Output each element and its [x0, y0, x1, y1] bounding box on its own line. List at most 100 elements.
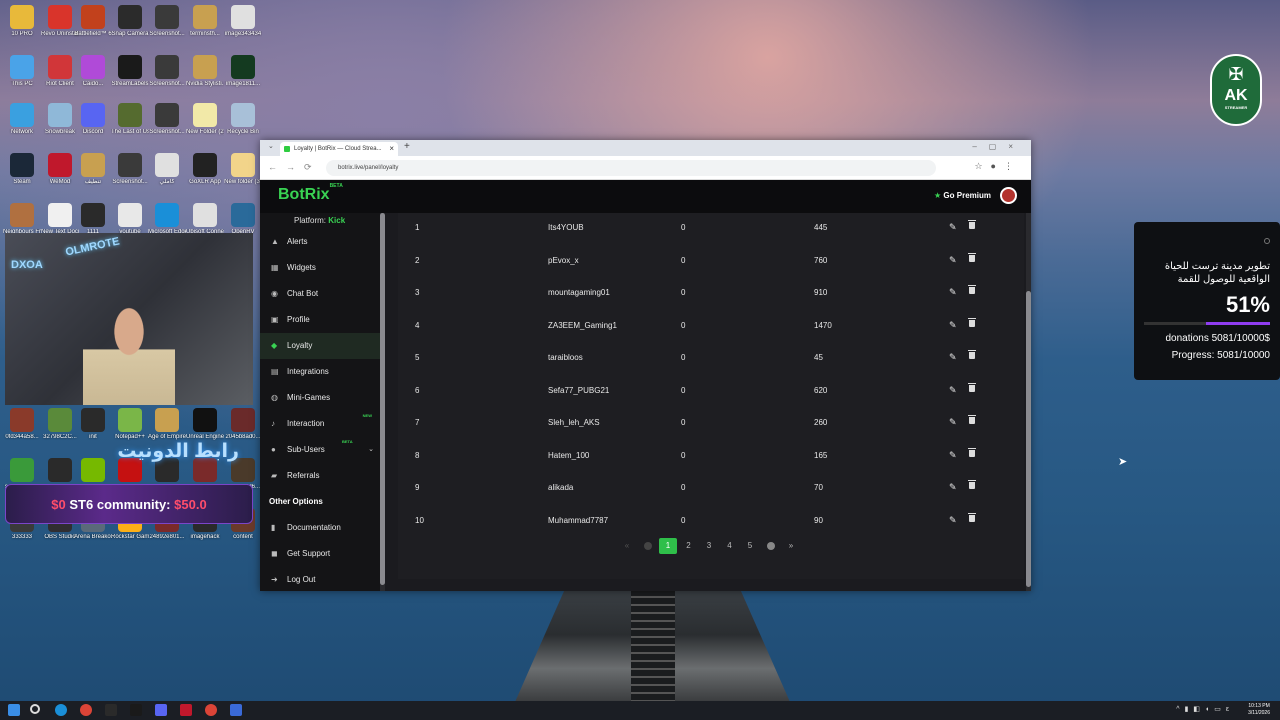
desktop-icon[interactable]: Unreal Engine	[186, 408, 224, 441]
system-tray[interactable]: ^▮◧◖▭ε	[1176, 705, 1234, 713]
sidebar-item-profile[interactable]: ▣ Profile	[260, 307, 380, 333]
desktop-icon[interactable]: Network	[3, 103, 41, 136]
window-controls[interactable]: –▢×	[972, 142, 1025, 151]
clock[interactable]: 10:13 PM 3/11/2026	[1248, 703, 1270, 717]
delete-icon[interactable]	[968, 382, 976, 392]
start-icon[interactable]	[8, 704, 20, 716]
main-scrollbar[interactable]	[1026, 213, 1031, 591]
tab-search-icon[interactable]: ⌄	[268, 142, 274, 150]
desktop-icon[interactable]: GoXLR App	[186, 153, 224, 186]
delete-icon[interactable]	[968, 447, 976, 457]
desktop-icon[interactable]: New folder (3)	[224, 153, 262, 186]
desktop-icon[interactable]: 0fd344a58...	[3, 408, 41, 441]
page-3-button[interactable]: 3	[700, 538, 718, 554]
desktop-icon[interactable]: Snap Camera	[111, 5, 149, 38]
delete-icon[interactable]	[968, 220, 976, 229]
new-tab-icon[interactable]: +	[404, 141, 410, 152]
edge-icon[interactable]	[55, 704, 67, 716]
desktop-icon[interactable]: Battlefield™ 6	[74, 5, 112, 38]
edit-icon[interactable]: ✎	[949, 352, 957, 363]
nav-buttons[interactable]: ←→⟳	[268, 162, 321, 173]
desktop-icon[interactable]: terminsth...	[186, 5, 224, 38]
desktop-icon[interactable]: youtube	[111, 203, 149, 236]
edit-icon[interactable]: ✎	[949, 515, 957, 526]
first-page-button[interactable]: «	[618, 538, 636, 554]
tab-loyalty[interactable]: Loyalty | BotRix — Cloud Strea... ×	[280, 142, 398, 156]
desktop-icon[interactable]: OpenRV	[224, 203, 262, 236]
desktop-icon[interactable]: image1811...	[224, 55, 262, 88]
sidebar-item-widgets[interactable]: ▦ Widgets	[260, 255, 380, 281]
app2-taskbar-icon[interactable]	[230, 704, 242, 716]
chevron-down-icon[interactable]: ⌄	[368, 437, 374, 463]
edit-icon[interactable]: ✎	[949, 482, 957, 493]
desktop-icon[interactable]: Caido...	[74, 55, 112, 88]
desktop-icon[interactable]: init	[74, 408, 112, 441]
desktop-icon[interactable]: Steam	[3, 153, 41, 186]
url-field[interactable]: botrix.live/panel/loyalty	[326, 160, 936, 176]
edit-icon[interactable]: ✎	[949, 450, 957, 461]
delete-icon[interactable]	[968, 350, 976, 359]
delete-icon[interactable]	[968, 285, 976, 294]
edit-icon[interactable]: ✎	[949, 385, 957, 396]
sidebar-item-get-support[interactable]: ◼ Get Support	[260, 541, 380, 567]
delete-icon[interactable]	[968, 480, 976, 489]
chrome-active-icon[interactable]	[205, 704, 217, 716]
delete-icon[interactable]	[968, 252, 976, 262]
desktop-icon[interactable]: 10 PRO	[3, 5, 41, 38]
page-2-button[interactable]: 2	[680, 538, 698, 554]
sidebar-item-alerts[interactable]: ▲ Alerts	[260, 229, 380, 255]
brand-logo[interactable]: BotRixBETA	[278, 183, 343, 204]
desktop-icon[interactable]: Screenshot...	[148, 55, 186, 88]
desktop-icon[interactable]: StreamLabels	[111, 55, 149, 88]
sidebar-item-integrations[interactable]: ▤ Integrations	[260, 359, 380, 385]
close-tab-icon[interactable]: ×	[389, 142, 394, 156]
prev-page-button[interactable]	[639, 538, 657, 554]
desktop-icon[interactable]: Recycle Bin	[224, 103, 262, 136]
desktop-icon[interactable]: Notepad++	[111, 408, 149, 441]
chrome-icon[interactable]	[80, 704, 92, 716]
sidebar-item-documentation[interactable]: ▮ Documentation	[260, 515, 380, 541]
desktop-icon[interactable]: Discord	[74, 103, 112, 136]
app-icon[interactable]	[105, 704, 117, 716]
sidebar-item-loyalty[interactable]: ◆ Loyalty	[260, 333, 380, 359]
sidebar-scrollbar[interactable]	[380, 213, 385, 591]
sidebar-item-interaction[interactable]: ♪ Interaction NEW	[260, 411, 380, 437]
go-premium-button[interactable]: ★ Go Premium	[934, 191, 991, 200]
desktop-icon[interactable]: Nvidia Stylisti...	[186, 55, 224, 88]
desktop-icon[interactable]: New Folder (2)	[186, 103, 224, 136]
desktop-icon[interactable]: تنظيف	[74, 153, 112, 186]
sidebar-item-chat-bot[interactable]: ◉ Chat Bot	[260, 281, 380, 307]
delete-icon[interactable]	[968, 317, 976, 327]
desktop-icon[interactable]: 1111	[74, 203, 112, 236]
desktop-icon[interactable]: Screenshot...	[148, 5, 186, 38]
page-5-button[interactable]: 5	[741, 538, 759, 554]
avatar[interactable]	[1000, 187, 1017, 204]
desktop-icon[interactable]: Screenshot...	[148, 103, 186, 136]
steam-taskbar-icon[interactable]	[130, 704, 142, 716]
desktop-icon[interactable]: Age of Empires...	[148, 408, 186, 441]
main-scrollbar-thumb[interactable]	[1026, 291, 1031, 587]
delete-icon[interactable]	[968, 512, 976, 522]
sidebar-scrollbar-thumb[interactable]	[380, 213, 385, 585]
page-1-button[interactable]: 1	[659, 538, 677, 554]
delete-icon[interactable]	[968, 415, 976, 424]
desktop-icon[interactable]: Ubisoft Connect	[186, 203, 224, 236]
sidebar-item-log-out[interactable]: ➜ Log Out	[260, 567, 380, 591]
wemod-taskbar-icon[interactable]	[180, 704, 192, 716]
edit-icon[interactable]: ✎	[949, 222, 957, 233]
edit-icon[interactable]: ✎	[949, 320, 957, 331]
desktop-icon[interactable]: كاملي	[148, 153, 186, 186]
desktop-icon[interactable]: Screenshot...	[111, 153, 149, 186]
edit-icon[interactable]: ✎	[949, 417, 957, 428]
desktop-icon[interactable]: image343434	[224, 5, 262, 38]
next-page-button[interactable]	[762, 538, 780, 554]
desktop-icon[interactable]: Microsoft Edge	[148, 203, 186, 236]
sidebar-item-referrals[interactable]: ▰ Referrals	[260, 463, 380, 489]
desktop-icon[interactable]: Neighbours From Hell 2	[3, 203, 41, 236]
bookmark-star-icon[interactable]: ☆●⋮	[974, 161, 1021, 172]
desktop-icon[interactable]: 2045b8ad0...	[224, 408, 262, 441]
edit-icon[interactable]: ✎	[949, 255, 957, 266]
discord-taskbar-icon[interactable]	[155, 704, 167, 716]
desktop-icon[interactable]: The Last of Us™ Part I	[111, 103, 149, 136]
page-4-button[interactable]: 4	[721, 538, 739, 554]
